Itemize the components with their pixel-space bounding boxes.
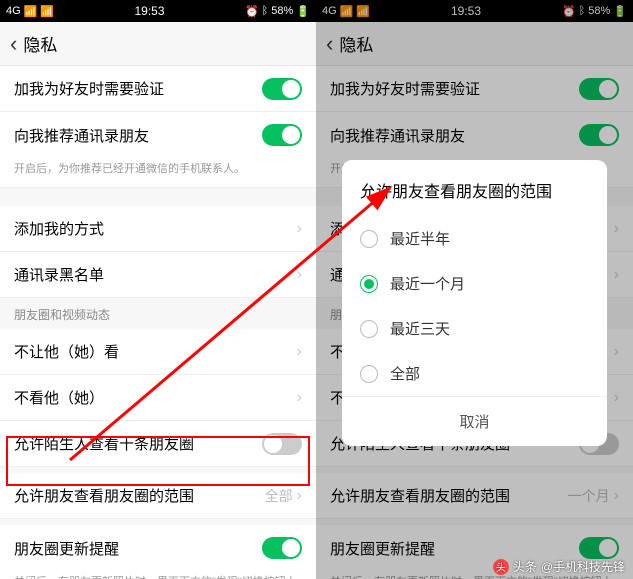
row-dont-see[interactable]: 不看他（她） ›: [0, 375, 316, 421]
row-verify-friend[interactable]: 加我为好友时需要验证: [0, 66, 316, 112]
screen-right: 4G 📶 📶 19:53 ⏰ ᛒ 58% 🔋 ‹ 隐私 加我为好友时需要验证 向…: [316, 0, 633, 579]
chevron-right-icon: ›: [297, 220, 302, 238]
label: 通讯录黑名单: [14, 264, 104, 285]
row-recommend-contacts[interactable]: 向我推荐通讯录朋友: [0, 112, 316, 158]
cancel-button[interactable]: 取消: [342, 396, 607, 446]
option-one-month[interactable]: 最近一个月: [342, 261, 607, 306]
label: 向我推荐通讯录朋友: [330, 125, 465, 146]
range-value: 一个月: [568, 486, 610, 506]
back-icon[interactable]: ‹: [10, 31, 17, 57]
chevron-right-icon: ›: [614, 487, 619, 505]
status-bar: 4G 📶 📶 19:53 ⏰ ᛒ 58% 🔋: [316, 0, 633, 22]
battery-label: 58%: [588, 5, 610, 17]
nav-bar: ‹ 隐私: [0, 22, 316, 66]
bluetooth-icon: ᛒ: [579, 5, 586, 17]
clock: 19:53: [451, 4, 481, 18]
radio-icon: [360, 320, 378, 338]
label: 允许朋友查看朋友圈的范围: [14, 485, 194, 506]
option-three-days[interactable]: 最近三天: [342, 306, 607, 351]
battery-icon: 🔋: [613, 5, 627, 18]
signal-icon: 📶: [24, 5, 38, 18]
chevron-right-icon: ›: [297, 389, 302, 407]
signal-icon: 📶: [356, 5, 370, 18]
section-moments: 朋友圈和视频动态: [0, 298, 316, 329]
network-label: 4G: [322, 5, 337, 17]
back-icon[interactable]: ‹: [326, 31, 333, 57]
label: 不让他（她）看: [14, 341, 119, 362]
radio-icon: [360, 230, 378, 248]
signal-icon: 📶: [340, 5, 354, 18]
row-moments-range[interactable]: 允许朋友查看朋友圈的范围 全部 ›: [0, 473, 316, 519]
row-block-her[interactable]: 不让他（她）看 ›: [0, 329, 316, 375]
toggle-recommend: [579, 124, 619, 146]
chevron-right-icon: ›: [614, 343, 619, 361]
row-blacklist[interactable]: 通讯录黑名单 ›: [0, 252, 316, 298]
watermark-handle: @手机科技先锋: [541, 558, 625, 575]
row-update-reminder[interactable]: 朋友圈更新提醒: [0, 525, 316, 571]
label: 加我为好友时需要验证: [330, 78, 480, 99]
option-label: 最近半年: [390, 228, 450, 249]
watermark-logo-icon: 头: [493, 559, 509, 575]
range-value: 全部: [265, 486, 293, 506]
label: 朋友圈更新提醒: [330, 538, 435, 559]
chevron-right-icon: ›: [297, 487, 302, 505]
label: 加我为好友时需要验证: [14, 78, 164, 99]
toggle-update: [579, 537, 619, 559]
option-label: 最近一个月: [390, 273, 465, 294]
label: 允许朋友查看朋友圈的范围: [330, 485, 510, 506]
page-title: 隐私: [339, 31, 373, 56]
label: 朋友圈更新提醒: [14, 538, 119, 559]
recommend-sub: 开启后，为你推荐已经开通微信的手机联系人。: [0, 158, 316, 188]
label: 允许陌生人查看十条朋友圈: [14, 433, 194, 454]
option-label: 全部: [390, 363, 420, 384]
chevron-right-icon: ›: [297, 266, 302, 284]
label: 向我推荐通讯录朋友: [14, 125, 149, 146]
alarm-icon: ⏰: [245, 5, 259, 18]
row-recommend-contacts: 向我推荐通讯录朋友: [316, 112, 633, 158]
status-bar: 4G 📶 📶 19:53 ⏰ ᛒ 58% 🔋: [0, 0, 316, 22]
toggle-verify: [579, 78, 619, 100]
chevron-right-icon: ›: [614, 389, 619, 407]
network-label: 4G: [6, 5, 21, 17]
chevron-right-icon: ›: [614, 266, 619, 284]
toggle-update[interactable]: [262, 537, 302, 559]
row-verify-friend: 加我为好友时需要验证: [316, 66, 633, 112]
clock: 19:53: [135, 4, 165, 18]
toggle-verify[interactable]: [262, 78, 302, 100]
radio-selected-icon: [360, 275, 378, 293]
option-half-year[interactable]: 最近半年: [342, 216, 607, 261]
row-stranger-ten[interactable]: 允许陌生人查看十条朋友圈: [0, 421, 316, 467]
update-sub: 关闭后，有朋友更新照片时，界面下方的"发现"切换按钮上不再出现红点提示。: [0, 571, 316, 579]
label: 不看他（她）: [14, 387, 104, 408]
page-title: 隐私: [23, 31, 57, 56]
toggle-stranger[interactable]: [262, 433, 302, 455]
screen-left: 4G 📶 📶 19:53 ⏰ ᛒ 58% 🔋 ‹ 隐私 加我为好友时需要验证 向…: [0, 0, 316, 579]
nav-bar: ‹ 隐私: [316, 22, 633, 66]
watermark: 头 头条 @手机科技先锋: [493, 558, 625, 575]
chevron-right-icon: ›: [614, 220, 619, 238]
row-moments-range: 允许朋友查看朋友圈的范围 一个月 ›: [316, 473, 633, 519]
dialog-title: 允许朋友查看朋友圈的范围: [342, 160, 607, 216]
radio-icon: [360, 365, 378, 383]
battery-icon: 🔋: [296, 5, 310, 18]
option-all[interactable]: 全部: [342, 351, 607, 396]
chevron-right-icon: ›: [297, 343, 302, 361]
watermark-prefix: 头条: [513, 558, 537, 575]
row-add-methods[interactable]: 添加我的方式 ›: [0, 206, 316, 252]
label: 添加我的方式: [14, 218, 104, 239]
toggle-recommend[interactable]: [262, 124, 302, 146]
alarm-icon: ⏰: [562, 5, 576, 18]
signal-icon: 📶: [40, 5, 54, 18]
option-label: 最近三天: [390, 318, 450, 339]
battery-label: 58%: [271, 5, 293, 17]
range-dialog: 允许朋友查看朋友圈的范围 最近半年 最近一个月 最近三天 全部 取消: [342, 160, 607, 446]
bluetooth-icon: ᛒ: [262, 5, 269, 17]
